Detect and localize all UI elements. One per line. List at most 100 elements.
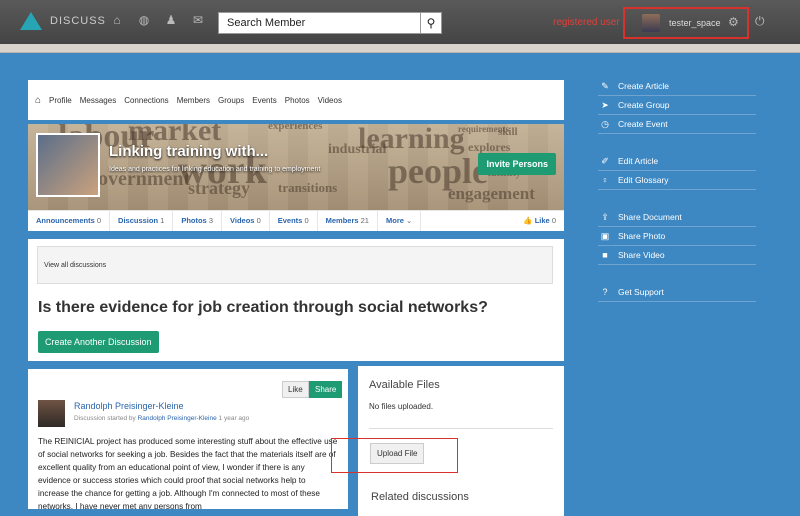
user-menu[interactable]: tester_space ⚙ — [623, 7, 749, 39]
power-icon[interactable]: ⏻ — [755, 14, 765, 29]
gear-icon[interactable]: ⚙ — [728, 15, 739, 29]
divider — [369, 428, 553, 429]
top-nav: ⌂ ◍ ♟ ✉ — [110, 13, 205, 27]
edit-icon: ✐ — [601, 155, 609, 166]
share-button[interactable]: Share — [309, 381, 343, 398]
sub-bar — [0, 44, 800, 53]
post-body: The REINICIAL project has produced some … — [38, 437, 338, 509]
group-nav-videos[interactable]: Videos — [318, 96, 342, 105]
tab-label: Videos — [230, 216, 255, 225]
clock-icon: ◷ — [601, 118, 609, 129]
group-description: Ideas and practices for linking educatio… — [109, 166, 321, 173]
no-files-text: No files uploaded. — [369, 402, 434, 411]
globe-icon[interactable]: ◍ — [137, 13, 151, 27]
like-label: Like — [534, 216, 550, 225]
sidebar-item-label: Share Photo — [618, 231, 666, 241]
related-discussions-title: Related discussions — [371, 491, 469, 503]
sidebar-item-share-document[interactable]: ⇪ Share Document — [598, 208, 756, 227]
group-nav-connections[interactable]: Connections — [124, 96, 168, 105]
sidebar-item-create-article[interactable]: ✎ Create Article — [598, 77, 756, 96]
tab-events[interactable]: Events 0 — [270, 211, 318, 231]
banner-word: experiences — [268, 124, 323, 132]
tab-count: 21 — [360, 216, 369, 225]
like-button[interactable]: Like — [282, 381, 309, 398]
create-discussion-button[interactable]: Create Another Discussion — [38, 331, 159, 353]
sidebar-item-edit-article[interactable]: ✐ Edit Article — [598, 152, 756, 171]
sidebar-item-get-support[interactable]: ? Get Support — [598, 283, 756, 302]
view-all-discussions-link[interactable]: View all discussions — [37, 246, 553, 284]
brand-name: DISCUSS — [50, 15, 106, 27]
sidebar-item-label: Create Event — [618, 119, 668, 129]
sidebar-item-create-event[interactable]: ◷ Create Event — [598, 115, 756, 134]
tab-count: 3 — [208, 216, 213, 225]
group-nav-profile[interactable]: Profile — [49, 96, 72, 105]
post-meta: Discussion started by Randolph Preisinge… — [74, 415, 249, 422]
question-icon: ? — [602, 287, 608, 297]
sidebar-item-label: Edit Article — [618, 156, 659, 166]
tab-label: Events — [277, 216, 303, 225]
logo-icon — [20, 12, 42, 30]
post-author[interactable]: Randolph Preisinger-Kleine — [74, 401, 184, 411]
meta-author-link[interactable]: Randolph Preisinger-Kleine — [138, 415, 217, 422]
group-tabs: Announcements 0 Discussion 1 Photos 3 Video… — [28, 210, 564, 231]
tab-count: 0 — [304, 216, 309, 225]
mail-icon[interactable]: ✉ — [191, 13, 205, 27]
tab-discussion[interactable]: Discussion 1 — [110, 211, 174, 231]
lightbulb-icon: ♀ — [601, 175, 609, 185]
sidebar-item-edit-glossary[interactable]: ♀ Edit Glossary — [598, 171, 756, 190]
tab-count: 0 — [96, 216, 102, 225]
author-avatar[interactable] — [38, 400, 65, 427]
sidebar-item-label: Get Support — [618, 287, 664, 297]
sidebar-item-share-photo[interactable]: ▣ Share Photo — [598, 227, 756, 246]
tab-label: Members — [325, 216, 359, 225]
tab-count: ⌄ — [406, 216, 413, 225]
search-input[interactable] — [219, 13, 420, 33]
tab-more[interactable]: More ⌄ — [378, 211, 422, 231]
home-icon[interactable]: ⌂ — [35, 95, 41, 106]
meta-prefix: Discussion started by — [74, 415, 136, 422]
sidebar-item-label: Create Group — [618, 100, 670, 110]
group-nav: ⌂ Profile Messages Connections Members Group… — [28, 80, 564, 120]
banner-word: skill — [498, 126, 518, 138]
sidebar-item-label: Share Video — [618, 250, 665, 260]
search-icon[interactable]: ⚲ — [420, 13, 441, 33]
sidebar-item-create-group[interactable]: ➤ Create Group — [598, 96, 756, 115]
group-like-button[interactable]: 👍 Like 0 — [515, 211, 564, 231]
group-nav-members[interactable]: Members — [177, 96, 210, 105]
group-nav-messages[interactable]: Messages — [80, 96, 116, 105]
group-title: Linking training with... — [109, 143, 269, 160]
banner-word: learning — [358, 124, 465, 155]
photo-icon: ▣ — [600, 230, 610, 241]
tab-announcements[interactable]: Announcements 0 — [28, 211, 111, 231]
tab-label: Discussion — [118, 216, 159, 225]
group-nav-groups[interactable]: Groups — [218, 96, 244, 105]
group-nav-photos[interactable]: Photos — [285, 96, 310, 105]
sidebar-item-share-video[interactable]: ■ Share Video — [598, 246, 756, 265]
main-content: ⌂ Profile Messages Connections Members Group… — [28, 80, 564, 361]
tab-members[interactable]: Members 21 — [318, 211, 378, 231]
group-nav-events[interactable]: Events — [252, 96, 276, 105]
username[interactable]: tester_space — [669, 18, 721, 28]
tab-videos[interactable]: Videos 0 — [222, 211, 270, 231]
tab-label: Announcements — [36, 216, 95, 225]
discussion-card: View all discussions Is there evidence f… — [28, 239, 564, 361]
logo[interactable]: DISCUSS — [20, 12, 106, 30]
avatar[interactable] — [642, 14, 660, 32]
user-icon[interactable]: ♟ — [164, 13, 178, 27]
tab-count: 1 — [160, 216, 165, 225]
home-icon[interactable]: ⌂ — [110, 13, 124, 27]
group-thumbnail — [36, 133, 100, 197]
user-role: registered user — [553, 17, 620, 28]
sidebar-item-label: Edit Glossary — [618, 175, 669, 185]
tab-count: 0 — [256, 216, 261, 225]
tab-photos[interactable]: Photos 3 — [173, 211, 222, 231]
discussion-post: Like Share Randolph Preisinger-Kleine Di… — [28, 369, 348, 509]
invite-persons-button[interactable]: Invite Persons — [478, 153, 556, 175]
thumbs-up-icon: 👍 — [523, 216, 533, 225]
pencil-icon: ✎ — [601, 80, 609, 91]
top-bar: DISCUSS ⌂ ◍ ♟ ✉ ⚲ registered user tester… — [0, 0, 800, 44]
tab-label: More — [385, 216, 404, 225]
